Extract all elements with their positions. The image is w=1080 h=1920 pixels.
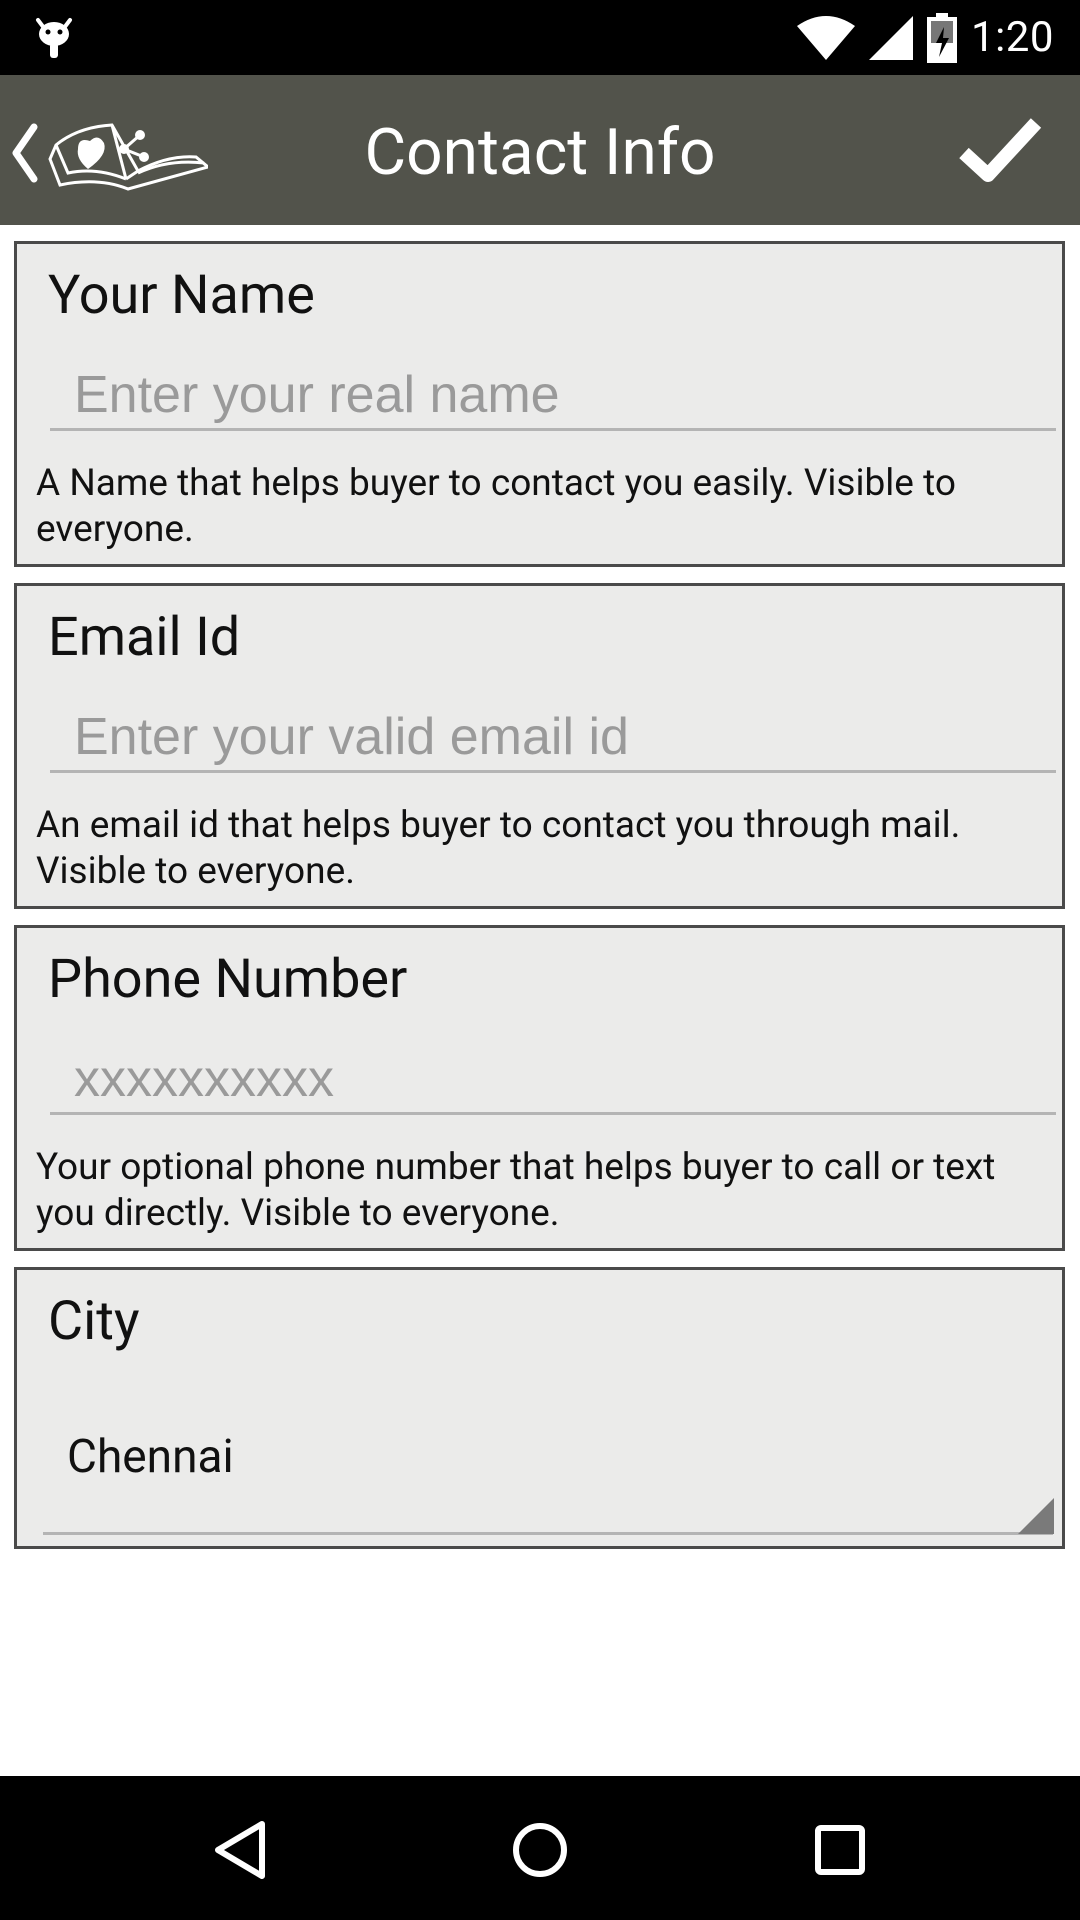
email-help-text: An email id that helps buyer to contact … <box>36 804 961 893</box>
battery-charging-icon <box>927 12 957 63</box>
name-help-text: A Name that helps buyer to contact you e… <box>36 462 956 551</box>
screen: 1:20 Contact Info Your Name Enter your r… <box>0 0 1080 1920</box>
dropdown-corner-icon[interactable] <box>1018 1498 1054 1534</box>
city-spinner-underline <box>43 1532 1053 1535</box>
phone-card: Phone Number Your optional phone number … <box>14 925 1065 1251</box>
app-bar: Contact Info <box>0 75 1080 225</box>
wifi-icon <box>797 15 855 60</box>
email-label: Email Id <box>48 606 241 669</box>
city-card: City Chennai <box>14 1267 1065 1549</box>
recents-square-icon[interactable] <box>808 1818 872 1882</box>
city-spinner-value[interactable]: Chennai <box>67 1430 234 1484</box>
checkmark-icon[interactable] <box>958 115 1042 185</box>
name-card: Your Name A Name that helps buyer to con… <box>14 241 1065 567</box>
phone-help-text: Your optional phone number that helps bu… <box>36 1146 996 1235</box>
signal-icon <box>869 15 913 60</box>
android-debug-icon <box>36 18 72 58</box>
page-title: Contact Info <box>364 115 716 190</box>
email-card: Email Id An email id that helps buyer to… <box>14 583 1065 909</box>
phone-input[interactable] <box>50 1045 1056 1115</box>
system-nav-bar <box>0 1776 1080 1920</box>
name-input[interactable] <box>50 361 1056 431</box>
back-triangle-icon[interactable] <box>208 1818 272 1882</box>
name-label: Your Name <box>48 264 315 327</box>
home-circle-icon[interactable] <box>508 1818 572 1882</box>
clock: 1:20 <box>971 13 1054 62</box>
city-label: City <box>48 1290 140 1353</box>
email-input[interactable] <box>50 703 1056 773</box>
phone-label: Phone Number <box>48 948 408 1011</box>
status-bar: 1:20 <box>0 0 1080 75</box>
